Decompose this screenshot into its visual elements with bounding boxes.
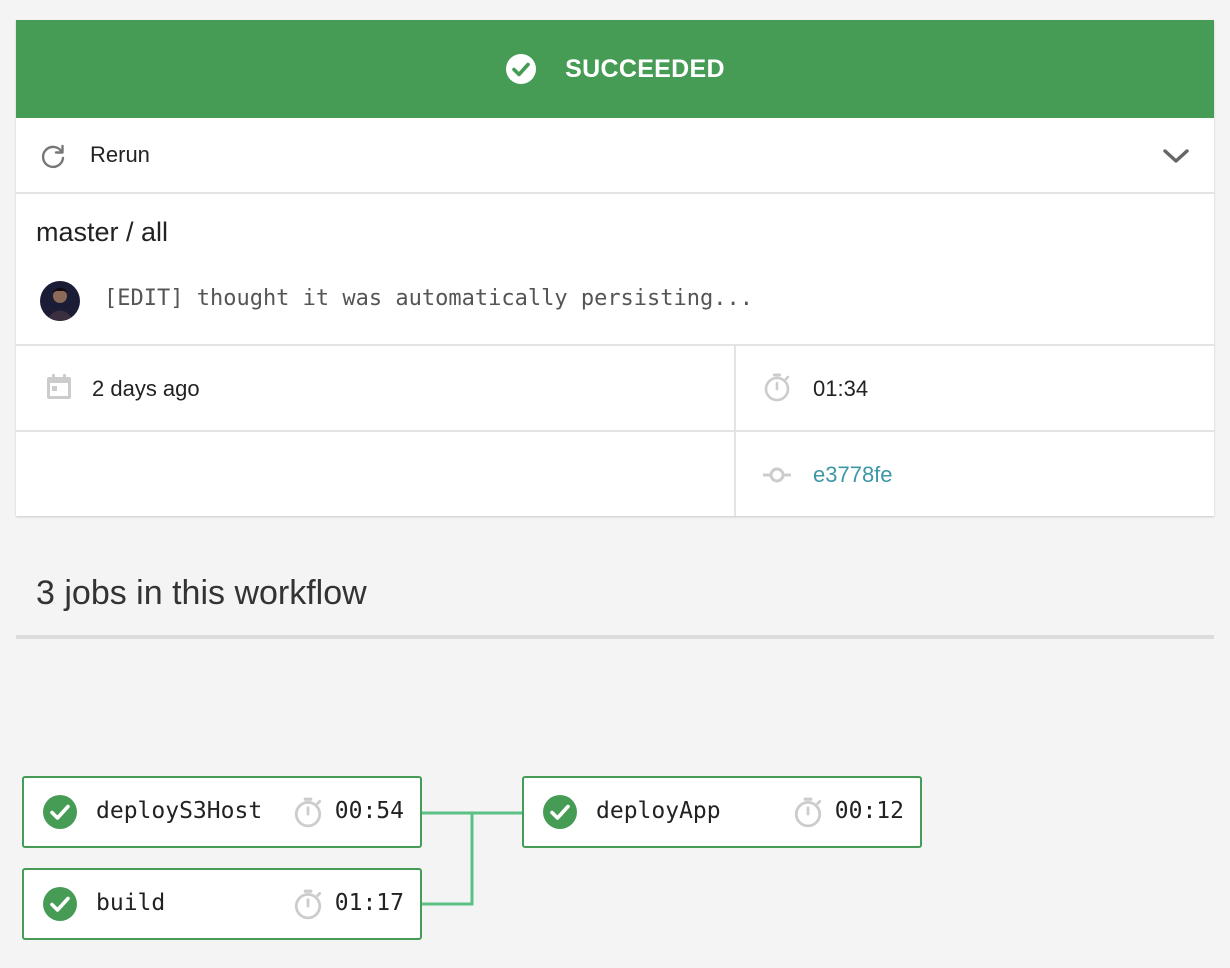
job-card[interactable]: deployS3Host 00:54	[22, 776, 422, 848]
job-card[interactable]: deployApp 00:12	[522, 776, 922, 848]
job-duration: 00:12	[834, 798, 904, 824]
check-circle-icon	[43, 887, 77, 921]
timer-icon	[294, 797, 322, 828]
job-name: build	[96, 890, 166, 916]
timer-icon	[294, 889, 322, 920]
job-duration: 01:17	[334, 890, 404, 916]
check-circle-icon	[43, 795, 77, 829]
job-name: deployS3Host	[96, 798, 263, 824]
timer-icon	[794, 797, 822, 828]
job-card[interactable]: build 01:17	[22, 868, 422, 940]
check-circle-icon	[543, 795, 577, 829]
job-name: deployApp	[596, 798, 721, 824]
job-duration: 00:54	[334, 798, 404, 824]
